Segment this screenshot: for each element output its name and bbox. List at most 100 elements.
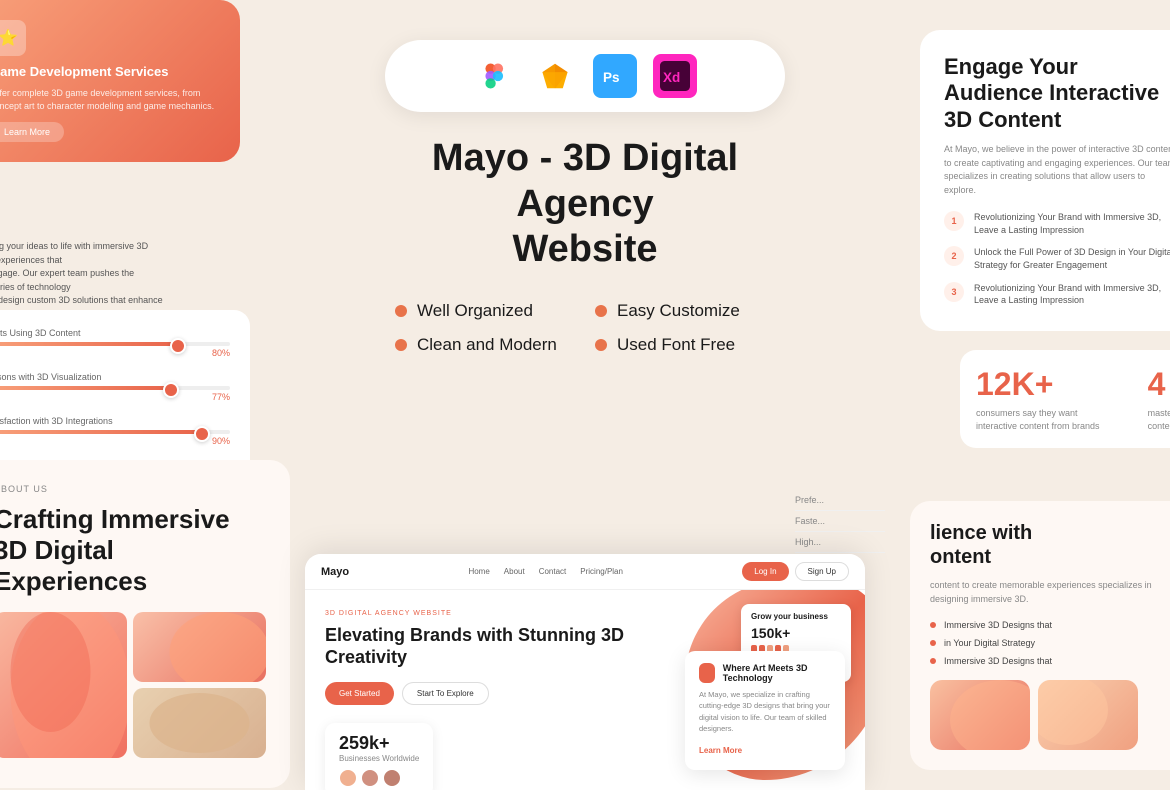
nav-home: Home (468, 567, 489, 576)
feature-text-r1: Immersive 3D Designs that (944, 620, 1052, 630)
photoshop-icon: Ps (593, 54, 637, 98)
xd-icon: Xd (653, 54, 697, 98)
hero-btns: Get Started Start To Explore (325, 682, 625, 705)
feature-dot (395, 305, 407, 317)
counter-label: Businesses Worldwide (339, 754, 419, 763)
right-feature-list: Immersive 3D Designs that in Your Digita… (930, 620, 1170, 666)
explore-button[interactable]: Start To Explore (402, 682, 489, 705)
feature-dot-r2 (930, 640, 936, 646)
main-card: Ps Xd Mayo - 3D Digital Agency Website W… (355, 20, 815, 385)
right-feature-2: in Your Digital Strategy (930, 638, 1170, 648)
right-stats-panel: 12K+ consumers say they want interactive… (960, 350, 1170, 448)
right-content-desc: content to create memorable experiences … (930, 579, 1170, 606)
right-content-panel: lience withontent content to create memo… (910, 501, 1170, 770)
counter-value: 259k+ (339, 733, 419, 754)
stat-label-1: ents Using 3D Content (0, 328, 230, 338)
num-3: 3 (944, 282, 964, 302)
right-top-title: Engage Your Audience Interactive 3D Cont… (944, 54, 1170, 133)
main-title: Mayo - 3D Digital Agency Website (385, 136, 785, 273)
figma-icon (473, 54, 517, 98)
avatar-row (339, 769, 419, 787)
stat-row-1: ents Using 3D Content 80% (0, 328, 230, 358)
stat-bar-bg-2 (0, 386, 230, 390)
num-2: 2 (944, 246, 964, 266)
stat-percent-1: 80% (0, 348, 230, 358)
right-feature-1: Immersive 3D Designs that (930, 620, 1170, 630)
about-image-3 (133, 688, 266, 758)
game-icon: ⭐ (0, 20, 26, 56)
stat-row-2: aisons with 3D Visualization 77% (0, 372, 230, 402)
game-dev-desc: Offer complete 3D game development servi… (0, 87, 220, 112)
pref-2: Faste... (795, 511, 885, 532)
feature-dot (595, 305, 607, 317)
avatar-1 (339, 769, 357, 787)
art-card-link[interactable]: Learn More (699, 746, 742, 755)
art-card: Where Art Meets 3D Technology At Mayo, w… (685, 651, 845, 770)
about-image-2 (133, 612, 266, 682)
hero-tag: 3D DIGITAL AGENCY WEBSITE (325, 610, 625, 617)
game-dev-card: ⭐ Game Development Services Offer comple… (0, 0, 240, 162)
feature-easy-customize: Easy Customize (595, 301, 775, 321)
numbered-item-1: 1 Revolutionizing Your Brand with Immers… (944, 211, 1170, 236)
stat-bar-fill-3 (0, 430, 206, 434)
pref-3: High... (795, 532, 885, 553)
about-image-1 (0, 612, 127, 758)
hero-title: Elevating Brands with Stunning 3D Creati… (325, 625, 625, 668)
preview-nav-links: Home About Contact Pricing/Plan (369, 567, 722, 576)
stats-panel: ents Using 3D Content 80% aisons with 3D… (0, 310, 250, 478)
orange-box-2 (1038, 680, 1138, 750)
right-top-desc: At Mayo, we believe in the power of inte… (944, 143, 1170, 197)
stat-bar-bg-3 (0, 430, 230, 434)
art-card-header: Where Art Meets 3D Technology (699, 663, 831, 683)
about-images (0, 612, 266, 764)
about-title: Crafting Immersive 3D Digital Experience… (0, 504, 266, 598)
num-1: 1 (944, 211, 964, 231)
stat-bar-bg-1 (0, 342, 230, 346)
stat-12k-value: 12K+ (976, 366, 1115, 403)
numbered-items: 1 Revolutionizing Your Brand with Immers… (944, 211, 1170, 307)
right-orange-boxes (930, 680, 1170, 750)
right-top-panel: Engage Your Audience Interactive 3D Cont… (920, 30, 1170, 331)
website-preview: Mayo Home About Contact Pricing/Plan Log… (305, 554, 865, 790)
feature-dot-r3 (930, 658, 936, 664)
avatar-3 (383, 769, 401, 787)
feature-clean-modern: Clean and Modern (395, 335, 575, 355)
art-icon (699, 663, 715, 683)
grow-stat: 150k+ (751, 625, 841, 641)
about-panel: ABOUT US Crafting Immersive 3D Digital E… (0, 460, 290, 788)
nav-contact: Contact (539, 567, 567, 576)
svg-text:Xd: Xd (663, 70, 680, 85)
preview-hero-left: 3D DIGITAL AGENCY WEBSITE Elevating Bran… (305, 590, 645, 790)
feature-text-r2: in Your Digital Strategy (944, 638, 1035, 648)
svg-text:Ps: Ps (603, 70, 620, 85)
preview-nav-btns: Log In Sign Up (742, 562, 849, 581)
features-grid: Well Organized Easy Customize Clean and … (385, 301, 785, 355)
num-text-1: Revolutionizing Your Brand with Immersiv… (974, 211, 1170, 236)
stat-row-3: atisfaction with 3D Integrations 90% (0, 416, 230, 446)
about-tag: ABOUT US (0, 484, 266, 494)
stat-4-label: master content (1148, 407, 1170, 432)
signup-button[interactable]: Sign Up (795, 562, 849, 581)
avatar-2 (361, 769, 379, 787)
sketch-icon (533, 54, 577, 98)
partial-text: we bring your ideas to life with immersi… (0, 240, 170, 321)
feature-well-organized: Well Organized (395, 301, 575, 321)
pref-1: Prefe... (795, 490, 885, 511)
feature-dot (595, 339, 607, 351)
stat-label-3: atisfaction with 3D Integrations (0, 416, 230, 426)
stat-12k: 12K+ consumers say they want interactive… (976, 366, 1115, 432)
stat-4: 4 master content (1148, 366, 1170, 432)
feature-dot (395, 339, 407, 351)
numbered-item-3: 3 Revolutionizing Your Brand with Immers… (944, 282, 1170, 307)
right-content-title: lience withontent (930, 521, 1170, 569)
feature-dot-r1 (930, 622, 936, 628)
tools-bar: Ps Xd (385, 40, 785, 112)
get-started-button[interactable]: Get Started (325, 682, 394, 705)
login-button[interactable]: Log In (742, 562, 788, 581)
game-dev-title: Game Development Services (0, 64, 220, 79)
learn-more-button[interactable]: Learn More (0, 122, 64, 142)
nav-pricing: Pricing/Plan (580, 567, 623, 576)
right-feature-3: Immersive 3D Designs that (930, 656, 1170, 666)
feature-text-r3: Immersive 3D Designs that (944, 656, 1052, 666)
preview-nav: Mayo Home About Contact Pricing/Plan Log… (305, 554, 865, 590)
